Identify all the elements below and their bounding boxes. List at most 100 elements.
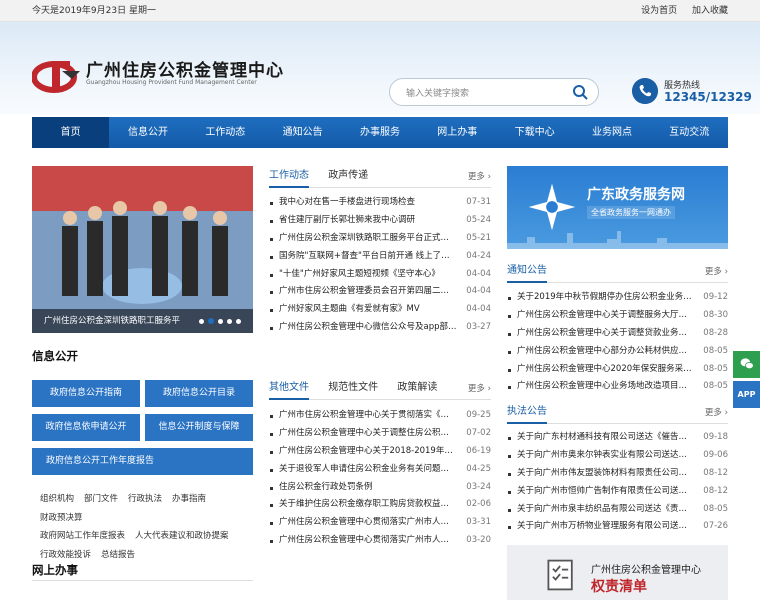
nav-interaction[interactable]: 互动交流 xyxy=(651,117,728,148)
news-item-title[interactable]: 省住建厅副厅长郭壮狮来我中心调研 xyxy=(279,212,457,230)
news-item[interactable]: 关于向广州市奥来尔钟表实业有限公司送达《… 09-06 xyxy=(507,447,728,465)
work-news-more-link[interactable]: 更多 › xyxy=(468,170,491,182)
news-item-title[interactable]: 关于向广州市奥来尔钟表实业有限公司送达《… xyxy=(517,447,695,465)
link-enforcement[interactable]: 行政执法 xyxy=(128,494,162,504)
news-item-title[interactable]: 关于向广州市万桥物业管理服务有限公司送达… xyxy=(517,518,695,536)
news-item[interactable]: 广州住房公积金管理中心关于调整贷款业务流… 08-28 xyxy=(507,325,728,343)
news-item[interactable]: "十佳"广州好家风主题短视频《坚守本心》 04-04 xyxy=(269,266,491,284)
news-item[interactable]: 关于向广州市恒帅广告制作有限责任公司送达… 08-12 xyxy=(507,483,728,501)
news-item[interactable]: 我中心对在售一手楼盘进行现场检查 07-31 xyxy=(269,194,491,212)
rights-list-banner[interactable]: 广州住房公积金管理中心 权责清单 xyxy=(507,545,728,600)
nav-services[interactable]: 办事服务 xyxy=(341,117,418,148)
info-catalog-button[interactable]: 政府信息公开目录 xyxy=(145,380,253,407)
tab-work-news[interactable]: 工作动态 xyxy=(269,166,309,188)
nav-home[interactable]: 首页 xyxy=(32,117,110,148)
news-item-title[interactable]: 广州住房公积金管理中心2020年保安服务采购… xyxy=(517,361,695,379)
news-item-title[interactable]: 关于向广州市伟友盟装饰材料有限责任公司送… xyxy=(517,465,695,483)
news-item[interactable]: 关于退役军人申请住房公积金业务有关问题的… 04-25 xyxy=(269,461,491,479)
link-dept-docs[interactable]: 部门文件 xyxy=(84,494,118,504)
news-item-title[interactable]: 关于退役军人申请住房公积金业务有关问题的… xyxy=(279,461,457,479)
gov-service-banner[interactable]: 广东政务服务网 全省政务服务一网通办 xyxy=(507,166,728,249)
news-item-title[interactable]: "十佳"广州好家风主题短视频《坚守本心》 xyxy=(279,266,457,284)
news-item[interactable]: 广州住房公积金管理中心部分办公耗材供应商… 08-05 xyxy=(507,343,728,361)
news-item-title[interactable]: 广州住房公积金管理中心关于调整服务大厅对… xyxy=(517,307,695,325)
news-item-title[interactable]: 关于2019年中秋节假期停办住房公积金业务的… xyxy=(517,289,695,307)
news-item[interactable]: 广州住房公积金深圳铁路职工服务平台正式开通 05-21 xyxy=(269,230,491,248)
enforcement-more-link[interactable]: 更多 › xyxy=(705,406,728,418)
slider-dot[interactable] xyxy=(199,318,204,324)
logo-icon[interactable] xyxy=(32,55,82,93)
news-item-title[interactable]: 广州住房公积金管理中心关于调整贷款业务流… xyxy=(517,325,695,343)
link-guide[interactable]: 办事指南 xyxy=(172,494,206,504)
link-complaints[interactable]: 行政效能投诉 xyxy=(40,550,91,560)
notices-more-link[interactable]: 更多 › xyxy=(705,265,728,277)
link-organization[interactable]: 组织机构 xyxy=(40,494,74,504)
news-item[interactable]: 关于向广州市泉丰纺织品有限公司送达《责令… 08-05 xyxy=(507,501,728,519)
search-box[interactable]: 输入关键字搜索 xyxy=(389,78,599,106)
info-request-button[interactable]: 政府信息依申请公开 xyxy=(32,414,140,441)
news-item-title[interactable]: 广州住房公积金管理中心关于调整住房公积金… xyxy=(279,425,457,443)
news-item-title[interactable]: 广州住房公积金管理中心贯彻落实广州市人民… xyxy=(279,532,457,550)
news-item-title[interactable]: 广州好家风主题曲《有爱就有家》MV xyxy=(279,301,457,319)
app-button[interactable]: APP xyxy=(733,381,760,408)
search-icon[interactable] xyxy=(572,84,588,100)
news-item-title[interactable]: 广州住房公积金深圳铁路职工服务平台正式开通 xyxy=(279,230,457,248)
set-homepage-link[interactable]: 设为首页 xyxy=(641,6,677,16)
news-item[interactable]: 广州住房公积金管理中心关于2018-2019年度住… 06-19 xyxy=(269,443,491,461)
news-item[interactable]: 广州市住房公积金管理委员会召开第四届二次… 04-04 xyxy=(269,283,491,301)
news-item[interactable]: 广州市住房公积金管理中心关于贯彻落实《关于… 09-25 xyxy=(269,407,491,425)
news-item-title[interactable]: 关于向广东村材通科技有限公司送达《催告书… xyxy=(517,429,695,447)
news-item-title[interactable]: 广州住房公积金管理中心微信公众号及app部分… xyxy=(279,319,457,337)
news-item-title[interactable]: 广州住房公积金管理中心关于2018-2019年度住… xyxy=(279,443,457,461)
news-item-title[interactable]: 广州市住房公积金管理委员会召开第四届二次… xyxy=(279,283,457,301)
news-item-title[interactable]: 关于维护住房公积金缴存职工购房贷款权益的… xyxy=(279,496,457,514)
news-item-title[interactable]: 住房公积金行政处罚条例 xyxy=(279,479,457,497)
news-item-title[interactable]: 我中心对在售一手楼盘进行现场检查 xyxy=(279,194,457,212)
slider-dot[interactable] xyxy=(227,318,232,324)
link-budget[interactable]: 财政预决算 xyxy=(40,513,83,523)
nav-work-news[interactable]: 工作动态 xyxy=(187,117,264,148)
nav-downloads[interactable]: 下载中心 xyxy=(496,117,573,148)
news-item[interactable]: 关于维护住房公积金缴存职工购房贷款权益的… 02-06 xyxy=(269,496,491,514)
nav-info-open[interactable]: 信息公开 xyxy=(109,117,186,148)
news-item[interactable]: 广州住房公积金管理中心2020年保安服务采购… 08-05 xyxy=(507,361,728,379)
news-item-title[interactable]: 关于向广州市泉丰纺织品有限公司送达《责令… xyxy=(517,501,695,519)
other-docs-more-link[interactable]: 更多 › xyxy=(468,382,491,394)
info-guide-button[interactable]: 政府信息公开指南 xyxy=(32,380,140,407)
tab-policy-explain[interactable]: 政策解读 xyxy=(397,378,437,398)
tab-normative-docs[interactable]: 规范性文件 xyxy=(328,378,378,398)
news-item[interactable]: 关于2019年中秋节假期停办住房公积金业务的… 09-12 xyxy=(507,289,728,307)
add-favorite-link[interactable]: 加入收藏 xyxy=(692,6,728,16)
news-item[interactable]: 广州住房公积金管理中心业务场地改造项目采… 08-05 xyxy=(507,378,728,396)
news-item[interactable]: 关于向广州市伟友盟装饰材料有限责任公司送… 08-12 xyxy=(507,465,728,483)
info-annual-report-button[interactable]: 政府信息公开工作年度报告 xyxy=(32,448,253,475)
link-annual-report[interactable]: 政府网站工作年度报表 xyxy=(40,531,125,541)
tab-other-docs[interactable]: 其他文件 xyxy=(269,378,309,400)
news-item-title[interactable]: 关于向广州市恒帅广告制作有限责任公司送达… xyxy=(517,483,695,501)
slider-dot[interactable] xyxy=(236,318,241,324)
news-item-title[interactable]: 广州住房公积金管理中心贯彻落实广州市人民… xyxy=(279,514,457,532)
info-system-button[interactable]: 信息公开制度与保障 xyxy=(145,414,253,441)
news-item-title[interactable]: 广州住房公积金管理中心部分办公耗材供应商… xyxy=(517,343,695,361)
link-proposals[interactable]: 人大代表建议和政协提案 xyxy=(135,531,229,541)
news-item[interactable]: 国务院"互联网+督查"平台日前开通 线上了解情… 04-24 xyxy=(269,248,491,266)
slider-dot[interactable] xyxy=(218,318,223,324)
news-item[interactable]: 广州住房公积金管理中心关于调整住房公积金… 07-02 xyxy=(269,425,491,443)
notices-title[interactable]: 通知公告 xyxy=(507,261,547,283)
news-slider[interactable]: 广州住房公积金深圳铁路职工服务平 xyxy=(32,166,253,333)
news-item-title[interactable]: 广州市住房公积金管理中心关于贯彻落实《关于… xyxy=(279,407,457,425)
news-item-title[interactable]: 广州住房公积金管理中心业务场地改造项目采… xyxy=(517,378,695,396)
nav-online[interactable]: 网上办事 xyxy=(419,117,496,148)
slider-dot[interactable] xyxy=(208,318,214,324)
news-item[interactable]: 广州住房公积金管理中心关于调整服务大厅对… 08-30 xyxy=(507,307,728,325)
link-summary[interactable]: 总结报告 xyxy=(101,550,135,560)
news-item[interactable]: 广州住房公积金管理中心微信公众号及app部分… 03-27 xyxy=(269,319,491,337)
news-item[interactable]: 住房公积金行政处罚条例 03-24 xyxy=(269,479,491,497)
search-input[interactable]: 输入关键字搜索 xyxy=(406,86,469,99)
wechat-icon[interactable] xyxy=(733,351,760,378)
news-item[interactable]: 广州好家风主题曲《有爱就有家》MV 04-04 xyxy=(269,301,491,319)
news-item[interactable]: 广州住房公积金管理中心贯彻落实广州市人民… 03-20 xyxy=(269,532,491,550)
news-item-title[interactable]: 国务院"互联网+督查"平台日前开通 线上了解情… xyxy=(279,248,457,266)
news-item[interactable]: 省住建厅副厅长郭壮狮来我中心调研 05-24 xyxy=(269,212,491,230)
nav-branches[interactable]: 业务网点 xyxy=(573,117,650,148)
